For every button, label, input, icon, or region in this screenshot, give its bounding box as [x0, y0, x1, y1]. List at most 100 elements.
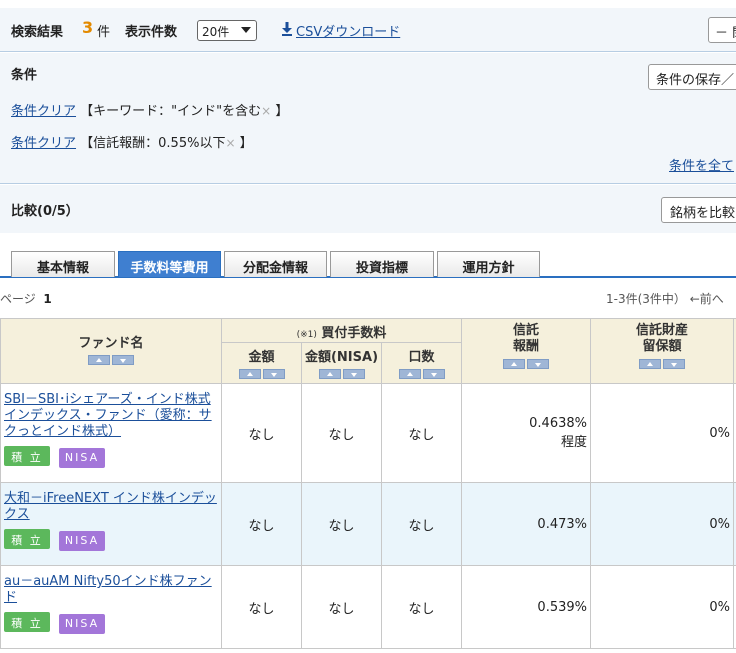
sort-desc-icon[interactable] — [422, 369, 445, 379]
result-unit: 件 — [97, 25, 111, 40]
clear-all-conditions-link[interactable]: 条件を全て — [669, 155, 734, 174]
fund-name-cell: SBI－SBI･iシェアーズ・インド株式インデックス・ファンド（愛称：サクっとイ… — [0, 383, 222, 483]
save-conditions-button[interactable]: 条件の保存／ — [648, 64, 736, 90]
amount-nisa-header: 金額(NISA) — [301, 342, 382, 384]
fund-name-link[interactable]: SBI－SBI･iシェアーズ・インド株式インデックス・ファンド（愛称：サクっとイ… — [4, 392, 219, 440]
sort-asc-icon[interactable] — [88, 355, 110, 365]
amount-nisa-cell: なし — [301, 482, 382, 566]
tab-dividends[interactable]: 分配金情報 — [224, 251, 327, 277]
trust-fee-cell: 0.539% — [461, 565, 591, 649]
nisa-badge: NISA — [59, 614, 105, 634]
tab-indicators[interactable]: 投資指標 — [330, 251, 434, 277]
condition-value: 【信託報酬：0.55%以下 — [80, 136, 226, 151]
sort-desc-icon[interactable] — [262, 369, 285, 379]
sort-desc-icon[interactable] — [342, 369, 365, 379]
tab-bar: 基本情報 手数料等費用 分配金情報 投資指標 運用方針 — [0, 251, 736, 278]
clear-condition-link[interactable]: 条件クリア — [11, 104, 76, 119]
fund-name-header: ファンド名 — [0, 318, 222, 384]
sort-asc-icon[interactable] — [318, 369, 341, 379]
download-icon — [282, 22, 292, 36]
pager-summary[interactable]: 1-3件(3件中） ←前へ — [606, 290, 724, 307]
reserve-cell: 0% — [590, 482, 734, 566]
fund-name-link[interactable]: au－auAM Nifty50インド株ファンド — [4, 574, 219, 606]
sort-buttons — [638, 358, 686, 374]
pager-left: ページ 1 — [0, 290, 52, 307]
trust-fee-value: 0.539% — [537, 599, 587, 615]
trust-fee-header: 信託 報酬 — [461, 318, 591, 384]
display-count-label: 表示件数 — [125, 25, 178, 40]
sort-asc-icon[interactable] — [503, 359, 525, 369]
conditions-title: 条件 — [11, 68, 38, 83]
tab-policy[interactable]: 運用方針 — [437, 251, 540, 277]
compare-title: 比較(0/5） — [11, 204, 79, 219]
fund-name-cell: au－auAM Nifty50インド株ファンド 積 立 NISA — [0, 565, 222, 649]
amount-label: 金額 — [248, 350, 275, 365]
sort-asc-icon[interactable] — [398, 369, 421, 379]
fund-badges: 積 立 NISA — [4, 446, 219, 468]
units-cell: なし — [381, 565, 462, 649]
amount-header: 金額 — [221, 342, 302, 384]
fund-name-cell: 大和－iFreeNEXT インド株インデックス 積 立 NISA — [0, 482, 222, 566]
units-header: 口数 — [381, 342, 462, 384]
fund-badges: 積 立 NISA — [4, 612, 219, 634]
page-label: ページ — [0, 292, 36, 306]
fund-table: ファンド名 (※1) 買付手数料 信託 報酬 信託財産 留保額 金額 金額(NI… — [0, 318, 736, 649]
trust-fee-cell: 0.4638% 程度 — [461, 383, 591, 483]
amount-nisa-cell: なし — [301, 565, 382, 649]
sort-asc-icon[interactable] — [639, 359, 661, 369]
display-count-select[interactable]: 20件 — [197, 20, 257, 41]
tab-basic-info[interactable]: 基本情報 — [11, 251, 115, 277]
fund-name-link[interactable]: 大和－iFreeNEXT インド株インデックス — [4, 491, 219, 523]
amount-cell: なし — [221, 565, 302, 649]
sort-buttons — [87, 354, 135, 369]
reserve-cell: 0% — [590, 565, 734, 649]
condition-bracket-end: 】 — [271, 104, 289, 119]
units-cell: なし — [381, 482, 462, 566]
search-result-bar: 検索結果 3 件 表示件数 20件 CSVダウンロード － 閉 — [0, 8, 736, 52]
amount-cell: なし — [221, 383, 302, 483]
reserve-label: 信託財産 留保額 — [635, 323, 688, 354]
sort-buttons — [318, 368, 366, 383]
sort-buttons — [238, 368, 286, 383]
buy-fee-label: 買付手数料 — [321, 326, 387, 341]
trust-fee-cell: 0.473% — [461, 482, 591, 566]
chevron-down-icon — [241, 27, 251, 33]
fund-badges: 積 立 NISA — [4, 529, 219, 551]
sort-buttons — [398, 368, 446, 383]
tsumitate-badge: 積 立 — [4, 446, 50, 466]
sort-buttons — [502, 358, 550, 374]
display-count-value: 20件 — [202, 25, 230, 39]
result-label: 検索結果 — [11, 25, 64, 40]
fund-name-header-label: ファンド名 — [78, 336, 144, 351]
csv-download-link[interactable]: CSVダウンロード — [296, 21, 400, 40]
current-page: 1 — [43, 292, 52, 306]
sort-desc-icon[interactable] — [663, 359, 685, 369]
clear-condition-link[interactable]: 条件クリア — [11, 136, 76, 151]
compare-button[interactable]: 銘柄を比較 — [661, 197, 736, 223]
remove-condition-icon[interactable]: × — [225, 136, 235, 150]
close-button[interactable]: － 閉 — [708, 17, 736, 43]
condition-row: 条件クリア 【信託報酬：0.55%以下× 】 — [11, 132, 253, 151]
reserve-header: 信託財産 留保額 — [590, 318, 734, 384]
sort-desc-icon[interactable] — [527, 359, 549, 369]
compare-panel: 比較(0/5） 銘柄を比較 — [0, 185, 736, 233]
tab-fees[interactable]: 手数料等費用 — [118, 251, 221, 277]
sort-asc-icon[interactable] — [238, 369, 261, 379]
buy-fee-header: (※1) 買付手数料 — [221, 318, 462, 343]
tsumitate-badge: 積 立 — [4, 529, 50, 549]
result-count: 3 — [82, 18, 94, 37]
tsumitate-badge: 積 立 — [4, 612, 50, 632]
buy-fee-note: (※1) — [296, 330, 317, 340]
remove-condition-icon[interactable]: × — [261, 104, 271, 118]
condition-value: 【キーワード："インド"を含む — [80, 104, 262, 119]
units-cell: なし — [381, 383, 462, 483]
units-label: 口数 — [408, 350, 435, 365]
sort-desc-icon[interactable] — [112, 355, 134, 365]
table-row: 大和－iFreeNEXT インド株インデックス 積 立 NISA なし なし なし… — [0, 482, 736, 566]
reserve-cell: 0% — [590, 383, 734, 483]
trust-fee-label: 信託 報酬 — [512, 323, 539, 354]
condition-bracket-end: 】 — [235, 136, 253, 151]
table-row: au－auAM Nifty50インド株ファンド 積 立 NISA なし なし なし… — [0, 565, 736, 649]
trust-fee-suffix: 程度 — [560, 435, 587, 450]
condition-row: 条件クリア 【キーワード："インド"を含む× 】 — [11, 100, 288, 119]
